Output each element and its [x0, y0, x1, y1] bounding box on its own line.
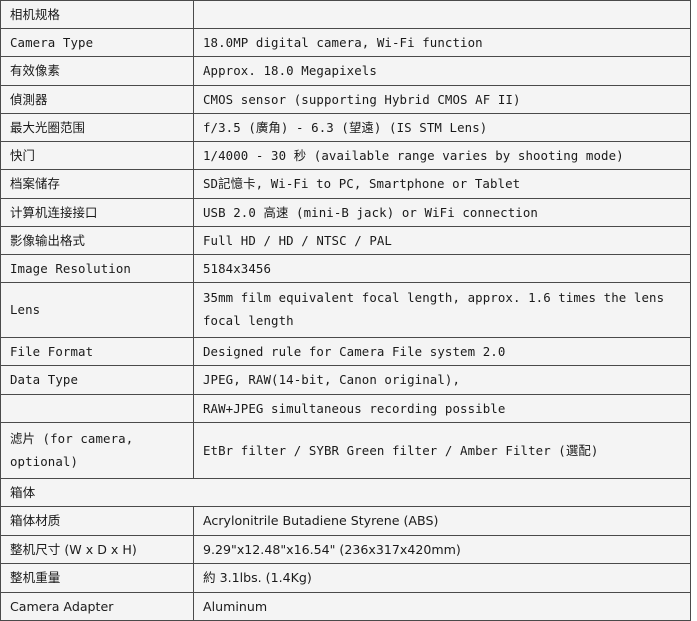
table-row: 计算机连接接口 USB 2.0 高速 (mini-B jack) or WiFi… [0, 197, 691, 227]
table-row: 影像输出格式 Full HD / HD / NTSC / PAL [0, 225, 691, 255]
table-row: 整机重量 約 3.1lbs. (1.4Kg) [0, 563, 691, 593]
spec-label-cell: 快门 [0, 141, 194, 171]
spec-value-cell: Designed rule for Camera File system 2.0 [193, 337, 691, 367]
spec-value-cell: EtBr filter / SYBR Green filter / Amber … [193, 421, 691, 479]
table-row: 相机规格 [0, 0, 691, 30]
spec-label-cell: 偵測器 [0, 84, 194, 114]
spec-label-cell: 档案储存 [0, 169, 194, 199]
table-row: 箱体材质 Acrylonitrile Butadiene Styrene (AB… [0, 506, 691, 536]
table-row: 有效像素 Approx. 18.0 Megapixels [0, 56, 691, 86]
spec-label-cell: 有效像素 [0, 56, 194, 86]
spec-label-cell: 箱体材质 [0, 506, 194, 536]
table-row: 整机尺寸 (W x D x H) 9.29"x12.48"x16.54" (23… [0, 534, 691, 565]
table-row: Camera Adapter Aluminum [0, 591, 691, 621]
spec-table-body: 相机规格 Camera Type 18.0MP digital camera, … [0, 0, 691, 621]
spec-value-cell: 9.29"x12.48"x16.54" (236x317x420mm) [193, 534, 691, 565]
spec-value-cell [193, 0, 691, 30]
table-row: Lens 35mm film equivalent focal length, … [0, 282, 691, 339]
spec-label-cell: Camera Type [0, 28, 194, 58]
spec-value-cell: Approx. 18.0 Megapixels [193, 56, 691, 86]
table-row: Image Resolution 5184x3456 [0, 253, 691, 284]
spec-value-cell: 約 3.1lbs. (1.4Kg) [193, 563, 691, 593]
spec-label-cell: 相机规格 [0, 0, 194, 30]
table-row: 偵測器 CMOS sensor (supporting Hybrid CMOS … [0, 84, 691, 114]
spec-label-cell: File Format [0, 337, 194, 367]
table-row: 滤片 (for camera, optional) EtBr filter / … [0, 421, 691, 479]
spec-value-cell: SD記憶卡, Wi-Fi to PC, Smartphone or Tablet [193, 169, 691, 199]
table-row: Camera Type 18.0MP digital camera, Wi-Fi… [0, 28, 691, 58]
spec-value-cell: Acrylonitrile Butadiene Styrene (ABS) [193, 506, 691, 536]
spec-value-cell: 35mm film equivalent focal length, appro… [193, 282, 691, 339]
spec-value-cell: CMOS sensor (supporting Hybrid CMOS AF I… [193, 84, 691, 114]
spec-label-cell [0, 393, 194, 423]
table-row: 快门 1/4000 - 30 秒 (available range varies… [0, 141, 691, 171]
spec-value-cell: 5184x3456 [193, 253, 691, 284]
spec-value-cell: 18.0MP digital camera, Wi-Fi function [193, 28, 691, 58]
table-row: 档案储存 SD記憶卡, Wi-Fi to PC, Smartphone or T… [0, 169, 691, 199]
spec-value-cell: RAW+JPEG simultaneous recording possible [193, 393, 691, 423]
table-row: Data Type JPEG, RAW(14-bit, Canon origin… [0, 365, 691, 395]
spec-value-cell: 1/4000 - 30 秒 (available range varies by… [193, 141, 691, 171]
table-row: RAW+JPEG simultaneous recording possible [0, 393, 691, 423]
spec-label-cell: 整机尺寸 (W x D x H) [0, 534, 194, 565]
spec-value-cell: f/3.5 (廣角) - 6.3 (望遠) (IS STM Lens) [193, 112, 691, 143]
table-row: 箱体 [0, 477, 691, 508]
spec-label-cell: 影像输出格式 [0, 225, 194, 255]
spec-value-cell: Aluminum [193, 591, 691, 621]
table-row: File Format Designed rule for Camera Fil… [0, 337, 691, 367]
spec-label-cell: Image Resolution [0, 253, 194, 284]
spec-label-cell: 计算机连接接口 [0, 197, 194, 227]
spec-label-cell: 最大光圈范围 [0, 112, 194, 143]
spec-label-cell: 滤片 (for camera, optional) [0, 421, 194, 479]
spec-value-cell: Full HD / HD / NTSC / PAL [193, 225, 691, 255]
spec-label-cell: Data Type [0, 365, 194, 395]
camera-specifications-table: 相机规格 Camera Type 18.0MP digital camera, … [0, 0, 691, 621]
spec-value-cell: USB 2.0 高速 (mini-B jack) or WiFi connect… [193, 197, 691, 227]
spec-label-cell: Camera Adapter [0, 591, 194, 621]
spec-label-cell: 整机重量 [0, 563, 194, 593]
spec-section-header-cell: 箱体 [0, 477, 691, 508]
table-row: 最大光圈范围 f/3.5 (廣角) - 6.3 (望遠) (IS STM Len… [0, 112, 691, 143]
spec-label-cell: Lens [0, 282, 194, 339]
spec-value-cell: JPEG, RAW(14-bit, Canon original), [193, 365, 691, 395]
